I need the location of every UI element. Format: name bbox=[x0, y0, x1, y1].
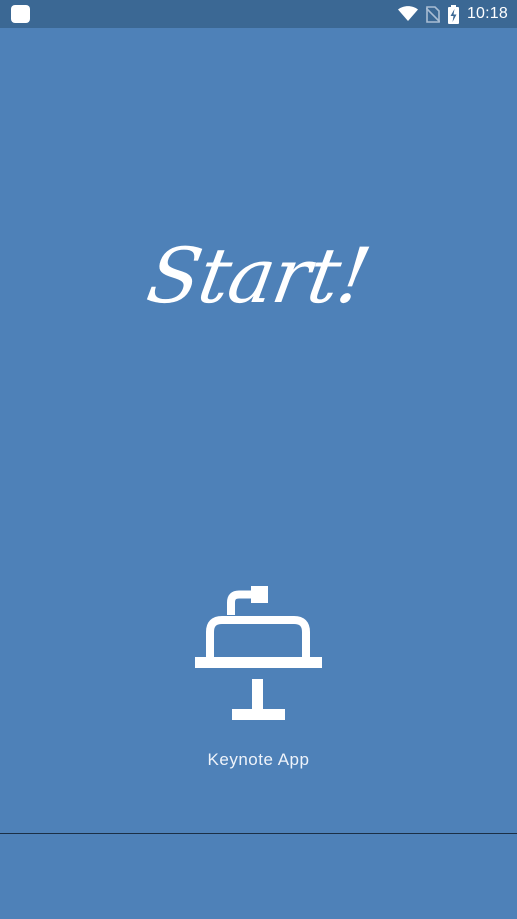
status-bar: 10:18 bbox=[0, 0, 517, 28]
no-sim-icon bbox=[425, 5, 440, 23]
status-time: 10:18 bbox=[466, 5, 508, 22]
status-icons: 10:18 bbox=[397, 0, 508, 28]
start-title: Start! bbox=[141, 231, 377, 320]
battery-charging-icon bbox=[447, 4, 459, 24]
app-notification-icon bbox=[11, 5, 30, 23]
keynote-icon[interactable] bbox=[193, 585, 323, 721]
divider bbox=[0, 833, 517, 834]
wifi-icon bbox=[397, 6, 418, 22]
app-label[interactable]: Keynote App bbox=[0, 750, 517, 770]
